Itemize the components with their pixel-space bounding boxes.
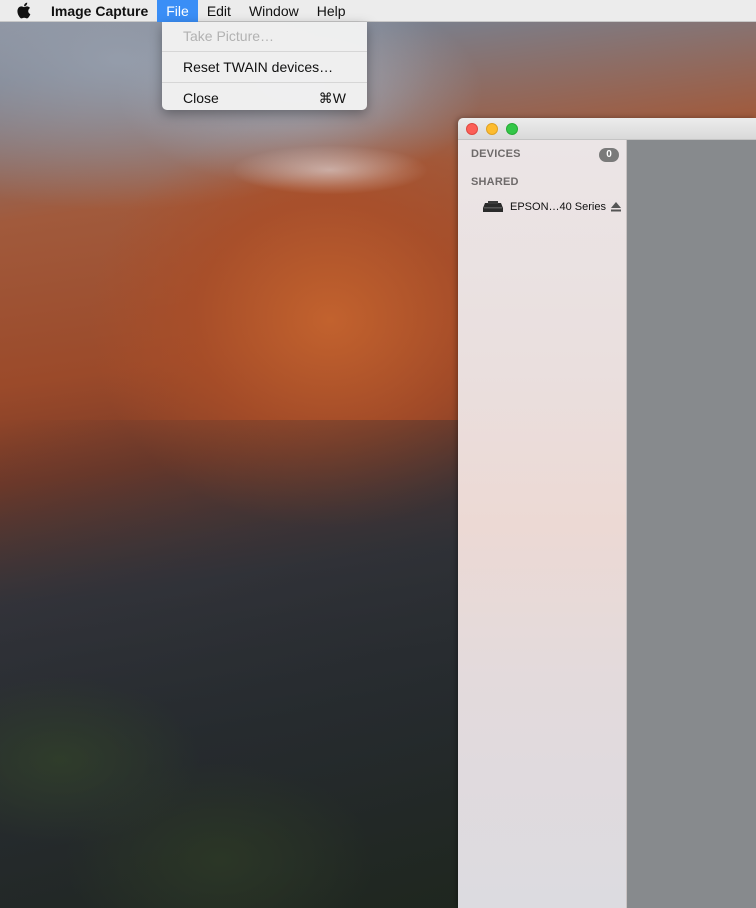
- menu-separator: [162, 51, 367, 52]
- file-menu-dropdown: Take Picture… Reset TWAIN devices… Close…: [162, 22, 367, 110]
- menu-item-label: Reset TWAIN devices…: [183, 59, 334, 75]
- shared-header: SHARED: [471, 176, 519, 188]
- menu-window[interactable]: Window: [240, 0, 308, 22]
- menu-separator: [162, 82, 367, 83]
- printer-icon: [483, 201, 503, 212]
- window-body: DEVICES 0 SHARED EPSON…40 Series: [458, 140, 756, 908]
- device-sidebar: DEVICES 0 SHARED EPSON…40 Series: [458, 140, 627, 908]
- menu-item-take-picture[interactable]: Take Picture…: [162, 24, 367, 48]
- menu-item-label: Take Picture…: [183, 28, 275, 44]
- zoom-window-button[interactable]: [506, 123, 518, 135]
- menu-app-name[interactable]: Image Capture: [50, 0, 157, 22]
- menu-item-shortcut: ⌘W: [318, 90, 346, 106]
- menu-edit[interactable]: Edit: [198, 0, 240, 22]
- window-titlebar[interactable]: [458, 118, 756, 140]
- wallpaper-snow: [190, 130, 460, 200]
- menu-help[interactable]: Help: [308, 0, 355, 22]
- wallpaper-trees: [0, 640, 460, 908]
- apple-logo-icon[interactable]: [16, 2, 36, 19]
- sidebar-item-epson[interactable]: EPSON…40 Series: [482, 198, 622, 216]
- minimize-window-button[interactable]: [486, 123, 498, 135]
- menu-item-label: Close: [183, 90, 219, 106]
- menu-bar: Image Capture File Edit Window Help: [0, 0, 756, 22]
- devices-count-badge: 0: [599, 148, 619, 162]
- menu-file[interactable]: File: [157, 0, 198, 22]
- image-capture-window: DEVICES 0 SHARED EPSON…40 Series: [458, 118, 756, 908]
- eject-icon[interactable]: [610, 202, 622, 212]
- device-name: EPSON…40 Series: [510, 201, 606, 213]
- menu-item-close[interactable]: Close ⌘W: [162, 86, 367, 110]
- devices-header: DEVICES: [471, 148, 521, 160]
- close-window-button[interactable]: [466, 123, 478, 135]
- device-content-area: [627, 140, 756, 908]
- menu-item-reset-twain[interactable]: Reset TWAIN devices…: [162, 55, 367, 79]
